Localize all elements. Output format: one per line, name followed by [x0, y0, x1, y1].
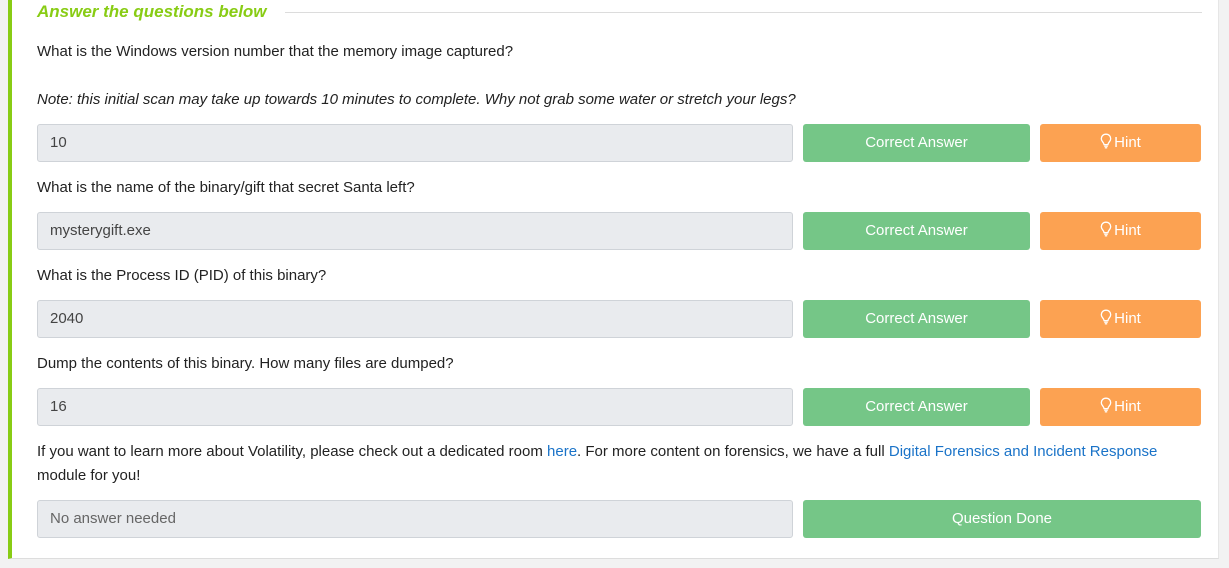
question-1-hint-label: Hint [1114, 134, 1141, 151]
volatility-room-link[interactable]: here [547, 443, 577, 460]
dfir-module-link[interactable]: Digital Forensics and Incident Response [889, 443, 1157, 460]
question-1-note: Note: this initial scan may take up towa… [37, 91, 796, 108]
final-question-text: If you want to learn more about Volatili… [37, 440, 1197, 488]
lightbulb-icon [1100, 221, 1112, 237]
question-2-hint-label: Hint [1114, 222, 1141, 239]
question-1-answer-field[interactable]: 10 [37, 124, 793, 162]
question-4-correct-answer-button[interactable]: Correct Answer [803, 388, 1030, 426]
lightbulb-icon [1100, 133, 1112, 149]
question-2-answer-field[interactable]: mysterygift.exe [37, 212, 793, 250]
question-4-hint-label: Hint [1114, 398, 1141, 415]
final-answer-field: No answer needed [37, 500, 793, 538]
question-3-correct-answer-button[interactable]: Correct Answer [803, 300, 1030, 338]
question-3-text: What is the Process ID (PID) of this bin… [37, 267, 327, 284]
final-text-part2: . For more content on forensics, we have… [577, 443, 889, 460]
question-1-hint-button[interactable]: Hint [1040, 124, 1201, 162]
question-3-hint-button[interactable]: Hint [1040, 300, 1201, 338]
question-2-correct-answer-button[interactable]: Correct Answer [803, 212, 1030, 250]
question-3-hint-label: Hint [1114, 310, 1141, 327]
section-title: Answer the questions below [37, 2, 267, 21]
section-divider [284, 11, 1202, 13]
question-2-hint-button[interactable]: Hint [1040, 212, 1201, 250]
lightbulb-icon [1100, 309, 1112, 325]
question-2-text: What is the name of the binary/gift that… [37, 179, 415, 196]
task-card: Answer the questions below What is the W… [8, 0, 1219, 559]
question-4-text: Dump the contents of this binary. How ma… [37, 355, 454, 372]
question-1-correct-answer-button[interactable]: Correct Answer [803, 124, 1030, 162]
question-4-hint-button[interactable]: Hint [1040, 388, 1201, 426]
section-header: Answer the questions below [37, 1, 1202, 23]
question-done-button[interactable]: Question Done [803, 500, 1201, 538]
lightbulb-icon [1100, 397, 1112, 413]
final-text-part3: module for you! [37, 467, 141, 484]
final-text-part1: If you want to learn more about Volatili… [37, 443, 548, 460]
question-3-answer-field[interactable]: 2040 [37, 300, 793, 338]
question-4-answer-field[interactable]: 16 [37, 388, 793, 426]
question-1-text: What is the Windows version number that … [37, 43, 514, 60]
